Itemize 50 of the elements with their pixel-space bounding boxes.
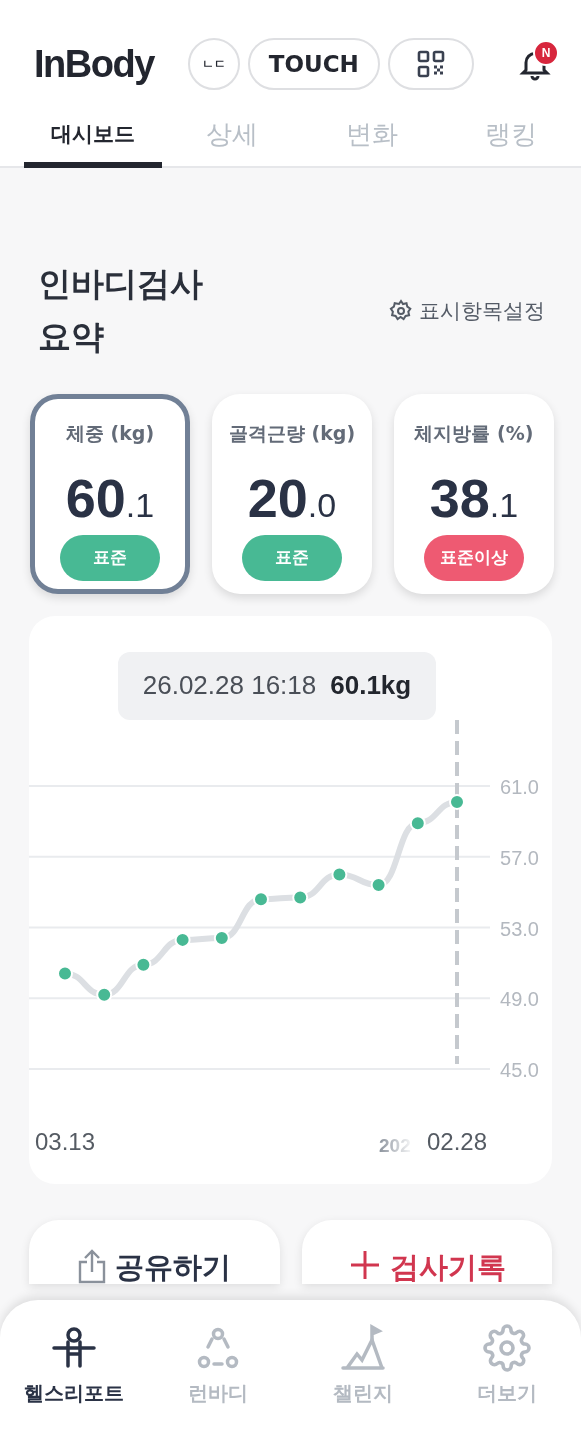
data-point — [57, 965, 73, 982]
settings-icon — [482, 1324, 531, 1372]
axis-label: 53.0 — [500, 917, 539, 940]
data-point — [449, 793, 465, 810]
data-point — [292, 889, 309, 905]
add-record-button[interactable]: 검사기록 — [301, 1219, 552, 1284]
metric-card[interactable]: 체중 (kg) 60.1 표준 — [30, 393, 190, 594]
notification-badge: N — [533, 40, 559, 66]
settings-icon — [389, 298, 413, 323]
qr-button[interactable] — [387, 38, 474, 90]
data-point — [409, 814, 426, 831]
metric-value: 38.1 — [429, 466, 519, 529]
data-point — [370, 876, 387, 893]
axis-label: 45.0 — [500, 1058, 539, 1081]
status-badge: 표준 — [60, 534, 160, 581]
axis-label: 03.13 — [34, 1127, 96, 1155]
share-icon — [77, 1247, 108, 1284]
metric-card[interactable]: 체지방률 (%) 38.1 표준이상 — [394, 393, 554, 594]
nav-item[interactable]: 헬스리포트 — [2, 1300, 147, 1440]
tab[interactable]: 대시보드 — [24, 106, 162, 168]
tooltip-date: 26.02.28 16:18 — [142, 670, 317, 702]
settings-label: 표시항목설정 — [419, 297, 545, 325]
status-badge: 표준 — [242, 534, 342, 581]
axis-label: 61.0 — [500, 775, 539, 798]
metric-label: 체지방률 (%) — [414, 420, 534, 446]
data-point — [96, 986, 113, 1003]
metric-label: 체중 (kg) — [65, 420, 155, 446]
tooltip-value: 60.1kg — [330, 670, 412, 702]
axis-label: 02.28 — [426, 1127, 488, 1155]
metric-card[interactable]: 골격근량 (kg) 20.0 표준 — [212, 393, 372, 594]
section-title: 인바디검사 요약 — [38, 263, 203, 358]
data-point — [331, 866, 348, 883]
notification-button[interactable]: N — [511, 40, 559, 88]
language-button[interactable]: ㄴㄷ — [187, 38, 240, 90]
data-point — [135, 956, 152, 973]
display-settings-link[interactable]: 표시항목설정 — [389, 296, 545, 325]
axis-label: 49.0 — [500, 987, 539, 1010]
data-point — [213, 929, 230, 946]
touch-button[interactable]: TOUCH — [247, 38, 380, 90]
qr-code-icon — [416, 50, 445, 78]
status-badge: 표준이상 — [424, 534, 524, 581]
axis-label: 57.0 — [500, 846, 539, 869]
logo: InBody — [34, 42, 154, 86]
metric-label: 골격근량 (kg) — [228, 420, 356, 446]
data-point — [253, 890, 269, 907]
metric-value: 20.0 — [247, 466, 337, 529]
mountain-flag-icon — [338, 1324, 387, 1372]
data-point — [174, 931, 191, 948]
share-button[interactable]: 공유하기 — [29, 1219, 280, 1284]
metric-value: 60.1 — [65, 466, 155, 529]
